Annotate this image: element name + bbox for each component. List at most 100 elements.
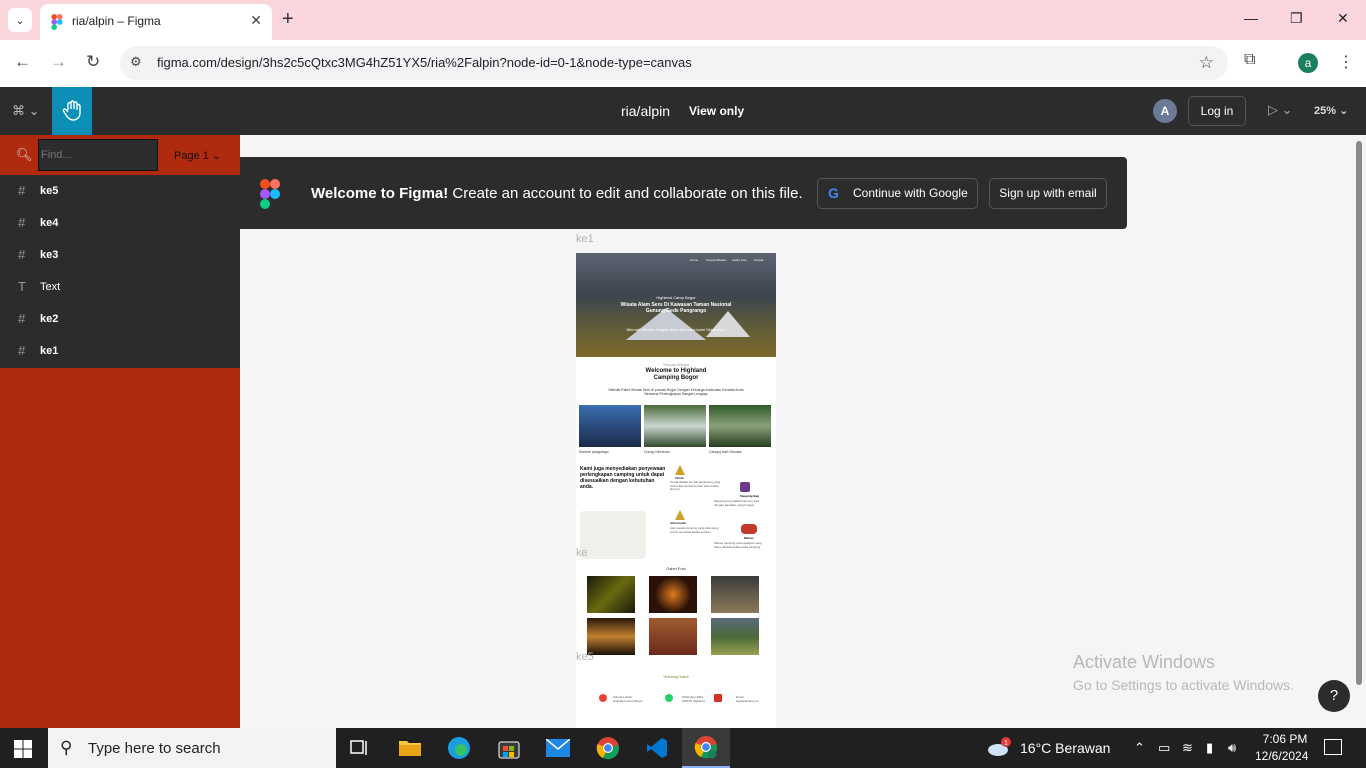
- layer-name: ke2: [40, 313, 59, 325]
- notification-center-icon[interactable]: [1324, 739, 1342, 755]
- frame-icon: #: [18, 215, 26, 230]
- item-title: Alat masak: [670, 521, 686, 525]
- back-button[interactable]: ←: [14, 52, 31, 72]
- task-view-button[interactable]: [336, 728, 384, 768]
- contact-text: Alamat Lokasi Highland Camp Bogor: [613, 695, 643, 703]
- bookmark-star-icon[interactable]: ☆: [1199, 53, 1214, 73]
- frame-label-ke[interactable]: ke: [576, 547, 588, 559]
- new-tab-button[interactable]: +: [282, 8, 294, 30]
- search-placeholder: Type here to search: [88, 740, 221, 757]
- search-icon: 🔍︎: [16, 147, 33, 162]
- extensions-icon[interactable]: ⧉: [1244, 51, 1255, 69]
- minimize-button[interactable]: —: [1244, 10, 1258, 26]
- layer-item-ke1[interactable]: # ke1: [0, 335, 240, 367]
- forward-button[interactable]: →: [50, 52, 67, 72]
- find-row: 🔍︎ Page 1 ⌄: [0, 135, 240, 175]
- photo-canopy: [709, 405, 771, 447]
- camping-illustration: [580, 511, 646, 559]
- browser-menu-icon[interactable]: ⋮: [1338, 52, 1354, 72]
- page-label: Page 1: [174, 150, 209, 162]
- layer-item-ke2[interactable]: # ke2: [0, 303, 240, 335]
- contact-text: Email highlandcamp.co: [736, 695, 759, 703]
- chrome-profile-button[interactable]: [682, 728, 730, 768]
- chrome-icon: [596, 737, 619, 760]
- section-label: Tempat Wisata: [662, 362, 690, 367]
- battery-icon[interactable]: ▮: [1206, 740, 1213, 756]
- file-explorer-button[interactable]: [386, 728, 434, 768]
- tab-close-icon[interactable]: ✕: [250, 12, 262, 29]
- gallery-photo: [711, 618, 759, 655]
- continue-with-google-button[interactable]: G Continue with Google: [817, 178, 978, 209]
- close-window-button[interactable]: ✕: [1337, 10, 1349, 27]
- browser-tab[interactable]: ria/alpin – Figma ✕: [40, 4, 272, 40]
- search-icon: ⚲: [60, 738, 73, 757]
- find-input[interactable]: [38, 139, 158, 171]
- meet-now-icon[interactable]: ▭: [1158, 740, 1170, 756]
- file-title[interactable]: ria/alpin: [621, 103, 670, 119]
- site-info-icon[interactable]: ⚙: [130, 54, 146, 70]
- layer-name: ke1: [40, 345, 59, 357]
- omnibox[interactable]: ⚙ figma.com/design/3hs2c5cQtxc3MG4hZ51YX…: [120, 46, 1228, 80]
- item-description: Tenda adalah tempat berlindung yang terd…: [670, 480, 721, 491]
- profile-avatar[interactable]: a: [1298, 53, 1318, 73]
- rental-title: Kami juga menyediakan penyewaan perlengk…: [580, 466, 666, 490]
- welcome-rest: Create an account to edit and collaborat…: [448, 185, 803, 202]
- url-text[interactable]: figma.com/design/3hs2c5cQtxc3MG4hZ51YX5/…: [157, 55, 692, 70]
- welcome-text: Welcome to Figma! Create an account to e…: [311, 185, 803, 202]
- page-selector[interactable]: Page 1 ⌄: [174, 149, 221, 162]
- hand-tool-button[interactable]: [52, 87, 92, 135]
- edge-icon: [448, 737, 470, 759]
- figma-main-menu-icon[interactable]: ⌘ ⌄: [12, 103, 40, 119]
- clock-time[interactable]: 7:06 PM: [1260, 732, 1310, 746]
- welcome-bold: Welcome to Figma!: [311, 185, 449, 202]
- mail-button[interactable]: [534, 728, 582, 768]
- windows-taskbar: ⚲ Type here to search 1 16°C Berawan ⌃ ▭…: [0, 728, 1366, 768]
- item-description: Matras camping perlengkapan yang harus d…: [714, 541, 762, 549]
- frame-label-ke1[interactable]: ke1: [576, 233, 594, 245]
- layer-item-ke5[interactable]: # ke5: [0, 175, 240, 207]
- windows-start-icon[interactable]: [14, 740, 32, 758]
- google-icon: G: [828, 185, 839, 201]
- tab-search-dropdown[interactable]: ⌄: [8, 8, 32, 32]
- taskbar-search[interactable]: ⚲ Type here to search: [48, 728, 336, 768]
- present-play-icon[interactable]: ▷ ⌄: [1268, 102, 1293, 118]
- layer-name: ke5: [40, 185, 59, 197]
- restore-button[interactable]: ❐: [1290, 10, 1303, 27]
- wifi-icon[interactable]: ≋: [1182, 740, 1193, 756]
- design-frame[interactable]: Home Tempat Wisata Galeri Foto Kontak Hi…: [576, 253, 776, 728]
- sign-up-email-button[interactable]: Sign up with email: [989, 178, 1107, 209]
- photo-caption: Curug Cibereum: [644, 450, 670, 454]
- reload-button[interactable]: ↻: [86, 52, 100, 72]
- show-hidden-icons-icon[interactable]: ⌃: [1134, 740, 1145, 756]
- activate-windows-title: Activate Windows: [1073, 652, 1216, 672]
- nav-item: Kontak: [754, 258, 764, 262]
- figma-toolbar: ⌘ ⌄ ria/alpin View only A Log in ▷ ⌄ 25%…: [0, 87, 1366, 135]
- frame-label-ke5[interactable]: ke5: [576, 651, 594, 663]
- weather-text[interactable]: 16°C Berawan: [1020, 740, 1110, 756]
- figma-logo-icon: [260, 179, 280, 209]
- canvas-scrollbar[interactable]: [1352, 135, 1366, 728]
- figma-favicon-icon: [51, 14, 63, 30]
- scrollbar-thumb[interactable]: [1356, 141, 1362, 685]
- help-button[interactable]: ?: [1318, 680, 1350, 712]
- login-button[interactable]: Log in: [1188, 96, 1246, 126]
- photo-sunrise: [579, 405, 641, 447]
- layer-item-text[interactable]: T Text: [0, 271, 240, 303]
- photo-waterfall: [644, 405, 706, 447]
- frame-icon: #: [18, 183, 26, 198]
- clock-date[interactable]: 12/6/2024: [1255, 749, 1308, 763]
- user-avatar[interactable]: A: [1153, 99, 1177, 123]
- chrome-button[interactable]: [584, 728, 632, 768]
- zoom-level[interactable]: 25% ⌄: [1314, 104, 1348, 117]
- vscode-icon: [647, 738, 667, 758]
- layer-item-ke3[interactable]: # ke3: [0, 239, 240, 271]
- google-button-label: Continue with Google: [853, 186, 968, 200]
- layer-name: ke4: [40, 217, 59, 229]
- vscode-button[interactable]: [633, 728, 681, 768]
- microsoft-store-button[interactable]: [485, 728, 533, 768]
- edge-button[interactable]: [435, 728, 483, 768]
- zoom-value: 25%: [1314, 105, 1337, 117]
- volume-icon[interactable]: 🔊︎: [1228, 740, 1236, 756]
- layer-item-ke4[interactable]: # ke4: [0, 207, 240, 239]
- frame-icon: #: [18, 247, 26, 262]
